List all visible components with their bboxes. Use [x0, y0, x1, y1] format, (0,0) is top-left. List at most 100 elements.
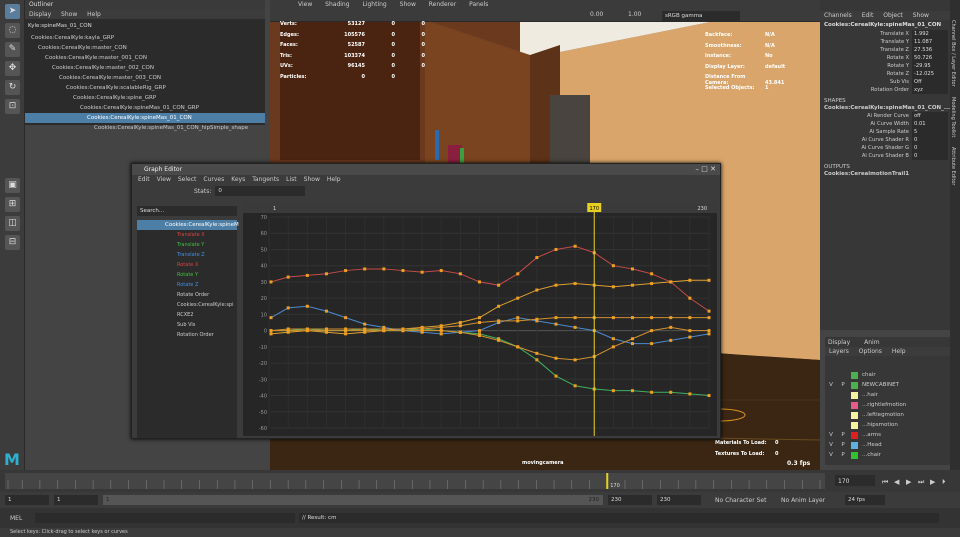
side-tab-modeling-toolkit[interactable]: Modeling Toolkit — [950, 87, 956, 137]
outliner-menu-show[interactable]: Show — [61, 11, 77, 18]
end-frame-field[interactable]: 230 — [608, 495, 652, 505]
curve-list-item[interactable]: Rotate Order — [137, 290, 237, 300]
layer-playback-toggle[interactable]: P — [837, 430, 849, 440]
curve-list-item[interactable]: Translate X — [137, 230, 237, 240]
curve-list-item[interactable]: Rotate X — [137, 260, 237, 270]
layer-visibility-toggle[interactable]: V — [825, 440, 837, 450]
layer-color-swatch[interactable] — [851, 391, 858, 399]
layer-visibility-toggle[interactable]: V — [825, 450, 837, 460]
layer-color-swatch[interactable] — [851, 431, 858, 439]
layer-row[interactable]: ...hipsmotion — [825, 420, 950, 430]
edit-menu[interactable]: Edit — [862, 12, 874, 19]
output-name[interactable]: Cookies:CerealmotionTrail1 — [820, 170, 950, 178]
attr-value-field[interactable]: -29.95 — [912, 62, 948, 70]
attr-value-field[interactable]: off — [912, 112, 948, 120]
channel-attr-row[interactable]: Rotation Order xyz — [820, 86, 950, 94]
graph-menu-item[interactable]: Tangents — [252, 176, 279, 183]
layer-playback-toggle[interactable]: P — [837, 450, 849, 460]
outliner-item[interactable]: Cookies:CerealKyle:spine_GRP — [25, 93, 265, 103]
layer-color-swatch[interactable] — [851, 411, 858, 419]
layers-menu[interactable]: Layers — [829, 348, 849, 355]
outliner-item[interactable]: Cookies:CerealKyle:spineMas_01_CON_GRP — [25, 103, 265, 113]
channel-attr-row[interactable]: Translate Y 11.087 — [820, 38, 950, 46]
outliner-item[interactable]: Cookies:CerealKyle:master_002_CON — [25, 63, 265, 73]
outliner-item[interactable]: Cookies:CerealKyle:kayla_GRP — [25, 33, 265, 43]
graph-menu-item[interactable]: Show — [304, 176, 320, 183]
curve-list-item[interactable]: Translate Z — [137, 250, 237, 260]
attr-value-field[interactable]: 1.992 — [912, 30, 948, 38]
attr-value-field[interactable]: 0 — [912, 152, 948, 160]
minimize-icon[interactable]: – — [696, 165, 700, 173]
range-slider[interactable]: 1 230 — [103, 495, 603, 505]
fps-select[interactable]: 24 fps — [845, 495, 885, 505]
attr-value-field[interactable]: xyz — [912, 86, 948, 94]
maximize-icon[interactable]: □ — [701, 165, 708, 173]
attr-value-field[interactable]: 5 — [912, 128, 948, 136]
scale-tool-icon[interactable]: ⊡ — [5, 99, 20, 114]
attr-value-field[interactable]: Off — [912, 78, 948, 86]
character-set-select[interactable]: No Character Set — [715, 497, 775, 504]
layer-visibility-toggle[interactable]: V — [825, 430, 837, 440]
outliner-search-input[interactable]: Kyle:spineMas_01_CON — [25, 21, 261, 31]
curve-list-item[interactable]: Sub Vis — [137, 320, 237, 330]
layer-color-swatch[interactable] — [851, 441, 858, 449]
layer-row[interactable]: V P ...Head — [825, 440, 950, 450]
curve-list-object[interactable]: Cookies:CerealKyle:spineM — [137, 220, 239, 230]
help-menu[interactable]: Help — [892, 348, 906, 355]
gamma-field[interactable]: 1.00 — [628, 11, 641, 18]
outliner-item[interactable]: Cookies:CerealKyle:scalableRig_GRP — [25, 83, 265, 93]
options-menu[interactable]: Options — [859, 348, 882, 355]
curve-search-input[interactable]: Search... — [137, 206, 237, 216]
outliner-item[interactable]: Cookies:CerealKyle:master_001_CON — [25, 53, 265, 63]
channel-attr-row[interactable]: Translate X 1.992 — [820, 30, 950, 38]
attr-value-field[interactable]: 0 — [912, 144, 948, 152]
viewport-menu-lighting[interactable]: Lighting — [362, 1, 386, 8]
four-view-icon[interactable]: ⊞ — [5, 197, 20, 212]
two-view-icon[interactable]: ◫ — [5, 216, 20, 231]
tab-anim[interactable]: Anim — [864, 339, 879, 346]
viewport-menu-renderer[interactable]: Renderer — [429, 1, 456, 8]
graph-menu-item[interactable]: Help — [327, 176, 341, 183]
channel-attr-row[interactable]: Ai Curve Shader G0 — [820, 144, 950, 152]
layer-row[interactable]: V P ...chair — [825, 450, 950, 460]
animation-end-field[interactable]: 230 — [657, 495, 701, 505]
layer-row[interactable]: V P NEWCABINET — [825, 380, 950, 390]
attr-value-field[interactable]: -12.025 — [912, 70, 948, 78]
channel-attr-row[interactable]: Rotate Z -12.025 — [820, 70, 950, 78]
curve-list-item[interactable]: Rotate Y — [137, 270, 237, 280]
outliner-item[interactable]: Cookies:CerealKyle:spineMas_01_CON — [25, 113, 265, 123]
viewport-menu-show[interactable]: Show — [400, 1, 416, 8]
attr-value-field[interactable]: 0.01 — [912, 120, 948, 128]
attr-value-field[interactable]: 0 — [912, 136, 948, 144]
graph-menu-item[interactable]: Select — [178, 176, 197, 183]
graph-menu-item[interactable]: Curves — [203, 176, 224, 183]
outliner-item[interactable]: Cookies:CerealKyle:spineMas_01_CON_hipSi… — [25, 123, 265, 133]
layer-color-swatch[interactable] — [851, 421, 858, 429]
single-view-icon[interactable]: ▣ — [5, 178, 20, 193]
animation-start-field[interactable]: 1 — [54, 495, 98, 505]
curve-list-item[interactable]: Translate Y — [137, 240, 237, 250]
outliner-item[interactable]: Cookies:CerealKyle:master_CON — [25, 43, 265, 53]
move-tool-icon[interactable]: ✥ — [5, 61, 20, 76]
exposure-field[interactable]: 0.00 — [590, 11, 603, 18]
layer-color-swatch[interactable] — [851, 451, 858, 459]
side-tab-channel-box[interactable]: Channel Box / Layer Editor — [950, 0, 956, 87]
attr-value-field[interactable]: 27.536 — [912, 46, 948, 54]
channel-attr-row[interactable]: Ai Curve Width 0.01 — [820, 120, 950, 128]
side-tab-attribute-editor[interactable]: Attribute Editor — [950, 137, 956, 185]
layer-color-swatch[interactable] — [851, 371, 858, 379]
stats-field[interactable]: 0 — [215, 186, 306, 196]
colorspace-select[interactable]: sRGB gamma — [662, 11, 740, 21]
graph-area[interactable]: 70 60 50 40 30 20 10 0 -10 -20 -30 -40 -50 -60 170 1 230 — [243, 203, 717, 436]
layer-row[interactable]: chair — [825, 370, 950, 380]
graph-plot[interactable]: 70 60 50 40 30 20 10 0 -10 -20 -30 -40 -50 -60 170 1 230 — [243, 203, 717, 436]
curve-list-item[interactable]: Rotation Order — [137, 330, 237, 340]
graph-menu-item[interactable]: Keys — [231, 176, 245, 183]
layer-color-swatch[interactable] — [851, 401, 858, 409]
command-input[interactable] — [35, 513, 295, 523]
close-icon[interactable]: ✕ — [710, 165, 716, 173]
select-tool-icon[interactable]: ➤ — [5, 4, 20, 19]
rotate-tool-icon[interactable]: ↻ — [5, 80, 20, 95]
channel-attr-row[interactable]: Ai Curve Shader R0 — [820, 136, 950, 144]
viewport-menu-view[interactable]: View — [298, 1, 312, 8]
